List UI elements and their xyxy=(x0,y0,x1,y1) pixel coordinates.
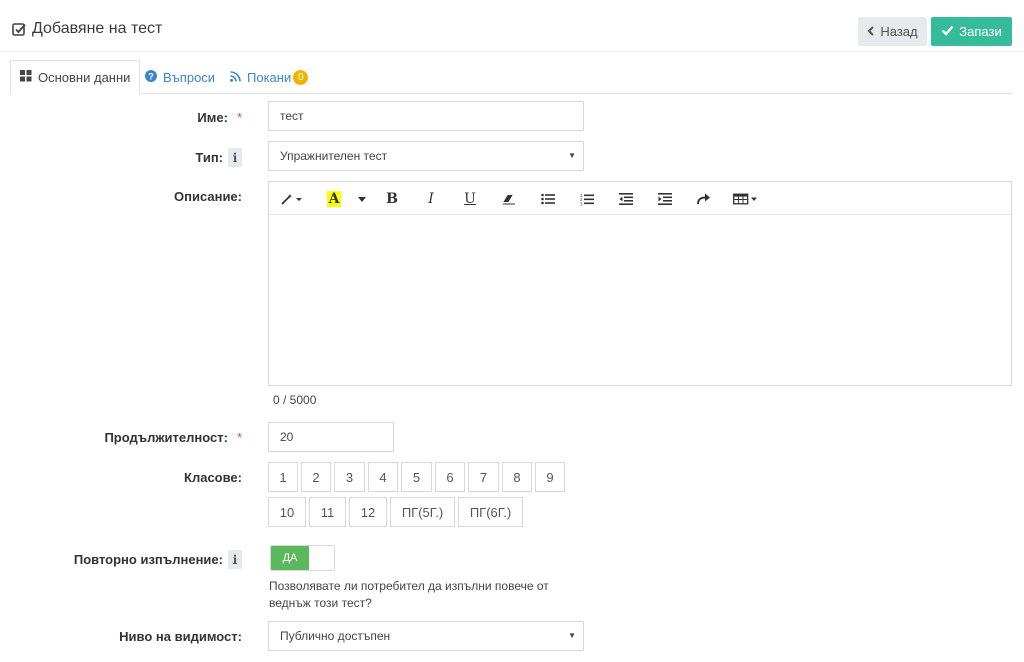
repeat-label-text: Повторно изпълнение: xyxy=(73,552,223,567)
outdent-icon[interactable] xyxy=(617,189,635,209)
unordered-list-icon[interactable] xyxy=(539,189,557,209)
name-input-value: тест xyxy=(280,109,304,123)
visibility-select[interactable]: Публично достъпен ▼ xyxy=(268,621,584,651)
tab-invites[interactable]: Покани 0 xyxy=(221,60,317,94)
type-select-value: Упражнителен тест xyxy=(280,149,388,163)
tab-questions[interactable]: ? Въпроси xyxy=(136,60,224,94)
page-title-text: Добавяне на тест xyxy=(32,20,163,37)
type-select[interactable]: Упражнителен тест ▼ xyxy=(268,141,584,171)
repeat-help-text: Позволявате ли потребител да изпълни пов… xyxy=(269,579,549,610)
grade-option[interactable]: 1 xyxy=(268,462,298,492)
info-icon[interactable]: i xyxy=(228,148,242,167)
highlight-dropdown-caret[interactable] xyxy=(355,189,369,209)
save-button[interactable]: Запази xyxy=(931,17,1012,46)
description-label-text: Описание: xyxy=(174,189,242,204)
grade-option[interactable]: 10 xyxy=(268,497,306,527)
visibility-label-text: Ниво на видимост: xyxy=(119,629,242,644)
tab-basic-data-label: Основни данни xyxy=(38,70,131,85)
grade-option[interactable]: 7 xyxy=(468,462,499,492)
tab-invites-label: Покани xyxy=(247,69,292,85)
back-button-label: Назад xyxy=(880,24,918,39)
grade-option[interactable]: 12 xyxy=(349,497,387,527)
rss-icon xyxy=(230,70,241,85)
highlight-a-icon: A xyxy=(326,191,342,207)
description-editor[interactable]: A B I U 123 xyxy=(268,181,1012,386)
eraser-icon[interactable] xyxy=(500,189,518,209)
character-counter: 0 / 5000 xyxy=(273,393,317,407)
chevron-left-icon xyxy=(867,24,875,39)
ordered-list-icon[interactable]: 123 xyxy=(578,189,596,209)
back-button[interactable]: Назад xyxy=(858,17,927,46)
svg-text:?: ? xyxy=(148,71,154,81)
required-marker: * xyxy=(236,430,242,445)
type-label: Тип: i xyxy=(195,148,242,167)
repeat-label: Повторно изпълнение: i xyxy=(74,550,242,569)
name-label-text: Име: xyxy=(197,110,228,125)
grade-option[interactable]: ПГ(6Г.) xyxy=(458,497,523,527)
tab-bar: Основни данни ? Въпроси Покани 0 xyxy=(10,60,1012,95)
grade-option[interactable]: 11 xyxy=(309,497,346,527)
description-label: Описание: xyxy=(174,189,242,204)
grade-option[interactable]: 8 xyxy=(502,462,532,492)
tab-questions-label: Въпроси xyxy=(163,69,216,85)
grade-option[interactable]: 4 xyxy=(368,462,398,492)
editor-content-area[interactable] xyxy=(269,215,1011,385)
highlight-color-button[interactable]: A xyxy=(325,189,343,209)
visibility-label: Ниво на видимост: xyxy=(119,629,242,644)
grades-label: Класове: xyxy=(184,470,242,485)
duration-label-text: Продължителност: xyxy=(104,430,228,445)
italic-button[interactable]: I xyxy=(422,189,440,209)
check-square-icon xyxy=(12,22,26,36)
grade-option[interactable]: 6 xyxy=(435,462,465,492)
underline-button[interactable]: U xyxy=(461,189,479,209)
grid-icon xyxy=(20,70,32,85)
info-icon[interactable]: i xyxy=(228,550,242,569)
duration-label: Продължителност: * xyxy=(104,430,242,445)
grades-label-text: Класове: xyxy=(184,470,242,485)
visibility-select-value: Публично достъпен xyxy=(280,629,391,643)
grade-option[interactable]: ПГ(5Г.) xyxy=(390,497,455,527)
editor-toolbar: A B I U 123 xyxy=(269,182,1011,215)
type-label-text: Тип: xyxy=(195,150,223,165)
grade-option[interactable]: 5 xyxy=(401,462,432,492)
toggle-on-label: ДА xyxy=(271,546,309,570)
bold-button[interactable]: B xyxy=(383,189,401,209)
page-title: Добавяне на тест xyxy=(12,20,162,38)
duration-input[interactable]: 20 xyxy=(268,422,394,452)
table-icon[interactable] xyxy=(732,189,760,209)
save-button-label: Запази xyxy=(959,24,1002,39)
indent-icon[interactable] xyxy=(656,189,674,209)
redo-icon[interactable] xyxy=(695,189,713,209)
grade-option[interactable]: 3 xyxy=(334,462,365,492)
question-circle-icon: ? xyxy=(145,69,157,85)
magic-wand-style-button[interactable] xyxy=(279,189,305,209)
repeat-toggle[interactable]: ДА xyxy=(270,545,335,571)
duration-input-value: 20 xyxy=(280,430,294,444)
name-input[interactable]: тест xyxy=(268,101,584,131)
name-label: Име: * xyxy=(197,110,242,125)
grade-option[interactable]: 9 xyxy=(535,462,565,492)
required-marker: * xyxy=(236,110,242,125)
tab-basic-data[interactable]: Основни данни xyxy=(10,60,141,95)
check-icon xyxy=(941,24,954,39)
svg-text:3: 3 xyxy=(580,201,583,206)
invites-count-badge: 0 xyxy=(293,69,309,85)
grade-option[interactable]: 2 xyxy=(301,462,331,492)
caret-down-icon: ▼ xyxy=(568,151,576,160)
page-header: Добавяне на тест Назад Запази xyxy=(0,0,1024,52)
caret-down-icon: ▼ xyxy=(568,631,576,640)
